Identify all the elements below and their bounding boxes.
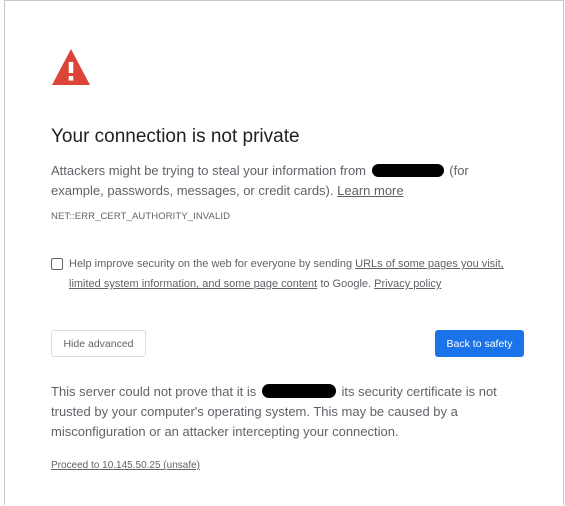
details-text: This server could not prove that it is i…	[51, 382, 526, 442]
opt-in-checkbox[interactable]	[51, 258, 63, 270]
proceed-unsafe-link[interactable]: Proceed to 10.145.50.25 (unsafe)	[51, 460, 200, 471]
learn-more-link[interactable]: Learn more	[337, 183, 403, 198]
page-title: Your connection is not private	[51, 126, 300, 147]
back-to-safety-button[interactable]: Back to safety	[435, 330, 524, 357]
error-code: NET::ERR_CERT_AUTHORITY_INVALID	[51, 211, 231, 222]
opt-in-text-before: Help improve security on the web for eve…	[69, 258, 353, 270]
details-text-before: This server could not prove that it is	[51, 384, 257, 399]
hide-advanced-button[interactable]: Hide advanced	[51, 330, 146, 357]
intro-text-before: Attackers might be trying to steal your …	[51, 163, 367, 178]
opt-in-text-middle: to Google.	[320, 278, 372, 290]
redacted-hostname	[261, 384, 336, 398]
opt-in-label: Help improve security on the web for eve…	[69, 254, 531, 294]
redacted-hostname	[371, 164, 444, 177]
privacy-policy-link[interactable]: Privacy policy	[374, 278, 441, 290]
security-opt-in: Help improve security on the web for eve…	[51, 254, 531, 294]
intro-text: Attackers might be trying to steal your …	[51, 161, 521, 201]
warning-triangle-icon	[52, 49, 90, 85]
